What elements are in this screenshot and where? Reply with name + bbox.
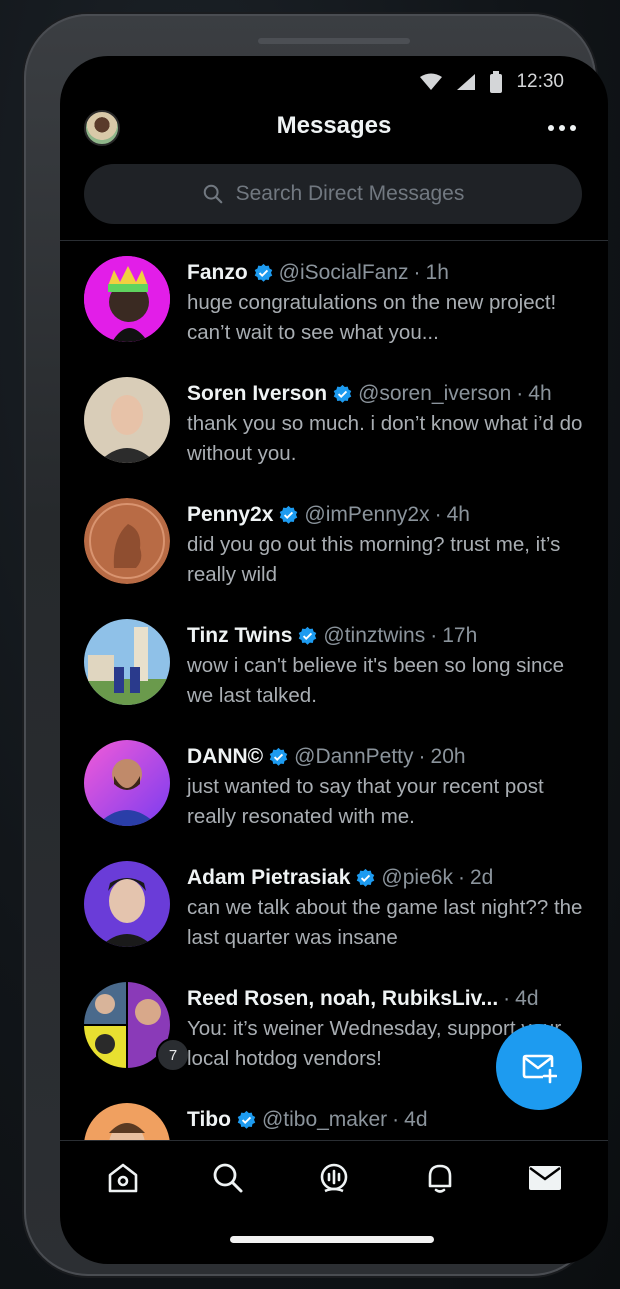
timestamp: 20h	[430, 745, 466, 768]
bottom-navigation	[60, 1140, 608, 1214]
status-bar: 12:30	[420, 68, 564, 96]
verified-badge-icon	[299, 626, 317, 645]
sender-name: Fanzo	[187, 261, 248, 284]
message-preview: huge congratulations on the new project!…	[187, 291, 557, 344]
separator: ·	[516, 382, 524, 405]
clock: 12:30	[516, 71, 564, 92]
mail-icon	[529, 1165, 562, 1190]
sender-handle: @imPenny2x	[304, 503, 430, 526]
conversation-item[interactable]: Fanzo @iSocialFanz · 1h huge congratulat…	[60, 242, 608, 363]
new-message-button[interactable]	[496, 1024, 582, 1110]
search-input[interactable]: Search Direct Messages	[84, 164, 582, 224]
message-preview: can we talk about the game last night?? …	[187, 896, 583, 949]
battery-icon	[490, 71, 503, 93]
screen: 12:30 Messages Search Direct Messages Fa…	[60, 56, 608, 1264]
conversation-item[interactable]: DANN© @DannPetty · 20h just wanted to sa…	[60, 726, 608, 847]
separator: ·	[430, 624, 438, 647]
sender-handle: @soren_iverson	[358, 382, 512, 405]
bell-icon	[428, 1164, 451, 1193]
header: Messages	[60, 104, 608, 150]
conversation-list: Fanzo @iSocialFanz · 1h huge congratulat…	[60, 242, 608, 1140]
phone-frame: 12:30 Messages Search Direct Messages Fa…	[24, 14, 608, 1276]
nav-messages[interactable]	[525, 1158, 565, 1198]
sender-handle: @DannPetty	[294, 745, 414, 768]
timestamp: 2d	[469, 866, 494, 889]
group-member-count: 7	[156, 1038, 190, 1072]
nav-notifications[interactable]	[420, 1158, 460, 1198]
verified-badge-icon	[254, 263, 272, 282]
message-preview: did you go out this morning? trust me, i…	[187, 533, 561, 586]
more-options-icon[interactable]	[548, 124, 580, 132]
message-preview: wow i can't believe it's been so long si…	[187, 654, 565, 707]
avatar[interactable]	[84, 861, 170, 947]
avatar[interactable]	[84, 377, 170, 463]
message-preview: thank you so much. i don’t know what i’d…	[187, 412, 583, 465]
speaker-grille	[258, 38, 410, 44]
verified-badge-icon	[333, 384, 352, 403]
sender-name: Adam Pietrasiak	[187, 866, 351, 889]
timestamp: 4h	[528, 382, 552, 405]
sender-name: Soren Iverson	[187, 382, 328, 405]
separator: ·	[503, 987, 511, 1010]
separator: ·	[418, 745, 426, 768]
nav-home[interactable]	[103, 1158, 143, 1198]
conversation-item[interactable]: Soren Iverson @soren_iverson · 4h thank …	[60, 363, 608, 484]
conversation-item[interactable]: Adam Pietrasiak @pie6k · 2d can we talk …	[60, 847, 608, 968]
verified-badge-icon	[357, 868, 375, 887]
search-icon	[203, 184, 222, 204]
sender-name: Penny2x	[187, 503, 274, 526]
avatar[interactable]	[84, 1103, 170, 1140]
spaces-icon	[320, 1163, 348, 1192]
page-title: Messages	[276, 112, 392, 139]
separator: ·	[392, 1108, 400, 1131]
separator: ·	[413, 261, 421, 284]
verified-badge-icon	[269, 747, 288, 766]
search-placeholder: Search Direct Messages	[235, 182, 465, 205]
avatar[interactable]	[84, 498, 170, 584]
timestamp: 4d	[515, 987, 539, 1010]
timestamp: 17h	[442, 624, 478, 647]
verified-badge-icon	[280, 505, 298, 524]
divider	[60, 240, 608, 241]
nav-explore[interactable]	[208, 1158, 248, 1198]
conversation-item[interactable]: Penny2x @imPenny2x · 4h did you go out t…	[60, 484, 608, 605]
avatar[interactable]	[84, 256, 170, 342]
sender-handle: @tinztwins	[323, 624, 426, 647]
compose-mail-icon	[522, 1054, 557, 1084]
timestamp: 4h	[446, 503, 470, 526]
conversation-item[interactable]: Tinz Twins @tinztwins · 17h wow i can't …	[60, 605, 608, 726]
timestamp: 4d	[404, 1108, 428, 1131]
signal-icon	[456, 73, 476, 91]
sender-handle: @tibo_maker	[261, 1108, 388, 1131]
separator: ·	[434, 503, 442, 526]
nav-spaces[interactable]	[314, 1158, 354, 1198]
timestamp: 1h	[425, 261, 449, 284]
sender-name: DANN©	[187, 745, 264, 768]
message-preview: just wanted to say that your recent post…	[187, 775, 544, 828]
home-icon	[108, 1163, 138, 1192]
sender-handle: @iSocialFanz	[278, 261, 409, 284]
search-icon	[213, 1163, 243, 1192]
sender-name: Tibo	[187, 1108, 231, 1131]
sender-name: Tinz Twins	[187, 624, 293, 647]
verified-badge-icon	[237, 1110, 256, 1129]
avatar[interactable]	[84, 740, 170, 826]
group-avatar[interactable]: 7	[84, 982, 190, 1072]
home-indicator[interactable]	[230, 1236, 434, 1243]
avatar[interactable]	[84, 619, 170, 705]
wifi-icon	[420, 73, 443, 91]
separator: ·	[457, 866, 465, 889]
sender-name: Reed Rosen, noah, RubiksLiv...	[187, 987, 499, 1010]
sender-handle: @pie6k	[381, 866, 453, 889]
